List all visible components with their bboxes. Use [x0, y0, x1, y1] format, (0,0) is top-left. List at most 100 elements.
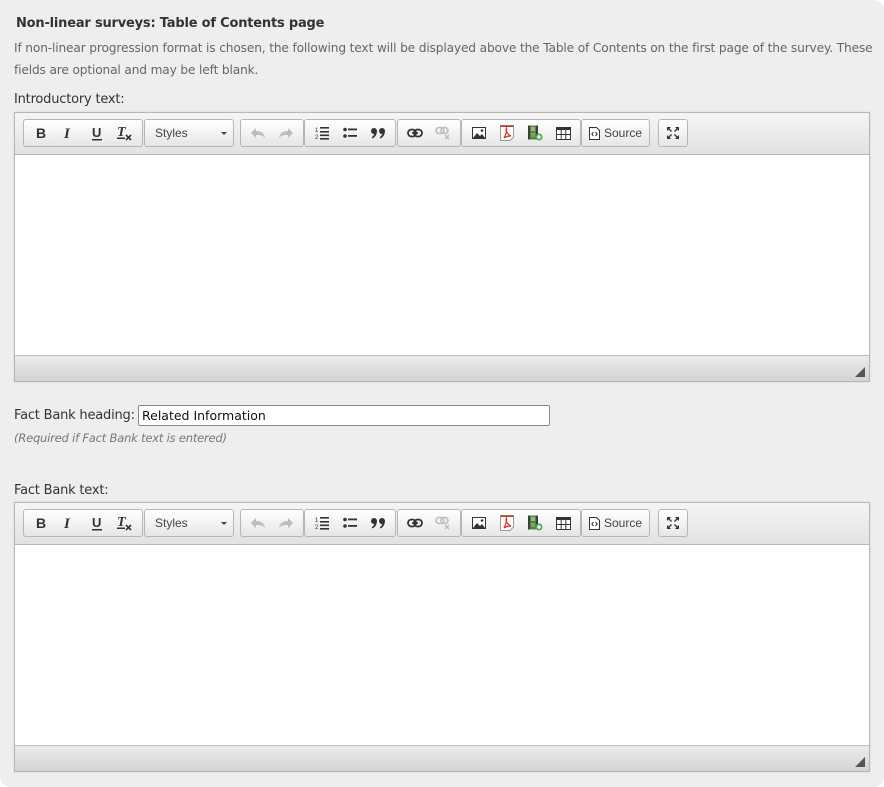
insert-group — [461, 119, 581, 147]
bold-button[interactable]: B — [27, 121, 55, 145]
remove-format-button[interactable]: T — [111, 121, 139, 145]
list-group: 12 — [304, 119, 396, 147]
insert-group — [461, 509, 581, 537]
underline-button[interactable]: U — [83, 121, 111, 145]
unlink-button[interactable] — [429, 511, 457, 535]
svg-text:I: I — [63, 516, 71, 530]
underline-icon: U — [92, 126, 102, 140]
table-icon — [555, 126, 571, 140]
svg-text:2: 2 — [315, 525, 319, 530]
bold-button[interactable]: B — [27, 511, 55, 535]
svg-text:1: 1 — [315, 128, 319, 134]
image-icon — [472, 517, 486, 529]
resize-handle-icon[interactable] — [855, 757, 865, 767]
table-button[interactable] — [549, 121, 577, 145]
source-icon — [589, 126, 600, 140]
undo-group — [240, 509, 304, 537]
remove-format-button[interactable]: T — [111, 511, 139, 535]
remove-format-icon: T — [117, 515, 132, 531]
maximize-group — [658, 509, 688, 537]
source-button[interactable]: Source — [585, 121, 646, 145]
styles-dropdown[interactable]: Styles — [144, 119, 234, 147]
undo-button[interactable] — [244, 121, 272, 145]
italic-button[interactable]: I — [55, 121, 83, 145]
styles-dropdown[interactable]: Styles — [144, 509, 234, 537]
link-icon — [407, 518, 423, 528]
bulleted-list-icon — [343, 517, 357, 528]
resize-handle-icon[interactable] — [855, 367, 865, 377]
svg-text:1: 1 — [315, 518, 319, 524]
underline-button[interactable]: U — [83, 511, 111, 535]
fact-bank-heading-input[interactable] — [138, 405, 550, 426]
italic-icon: I — [63, 516, 71, 530]
styles-dropdown-label: Styles — [155, 126, 188, 140]
italic-icon: I — [63, 126, 71, 140]
blockquote-button[interactable] — [364, 121, 392, 145]
image-icon — [472, 127, 486, 139]
svg-text:U: U — [92, 516, 101, 530]
svg-text:2: 2 — [315, 135, 319, 140]
maximize-button[interactable] — [659, 121, 687, 145]
svg-text:I: I — [63, 126, 71, 140]
intro-text-area[interactable] — [15, 155, 869, 355]
image-button[interactable] — [465, 511, 493, 535]
undo-group — [240, 119, 304, 147]
editor-toolbar: B I U T Styles 12 Source — [15, 113, 869, 155]
toc-settings-panel: Non-linear surveys: Table of Contents pa… — [0, 0, 884, 787]
fact-bank-text-area[interactable] — [15, 545, 869, 745]
video-icon — [528, 515, 543, 531]
bold-icon: B — [36, 126, 46, 140]
pdf-button[interactable] — [493, 121, 521, 145]
link-button[interactable] — [401, 511, 429, 535]
redo-button[interactable] — [272, 121, 300, 145]
video-button[interactable] — [521, 511, 549, 535]
undo-button[interactable] — [244, 511, 272, 535]
bold-icon: B — [36, 516, 46, 530]
section-title: Non-linear surveys: Table of Contents pa… — [16, 16, 325, 31]
chevron-down-icon — [221, 522, 227, 525]
redo-icon — [279, 128, 293, 138]
maximize-group — [658, 119, 688, 147]
link-button[interactable] — [401, 121, 429, 145]
italic-button[interactable]: I — [55, 511, 83, 535]
source-button[interactable]: Source — [585, 511, 646, 535]
fact-bank-heading-label: Fact Bank heading: — [14, 408, 135, 423]
underline-icon: U — [92, 516, 102, 530]
editor-status-bar — [15, 355, 869, 381]
intro-text-label: Introductory text: — [14, 92, 125, 107]
undo-icon — [251, 128, 265, 138]
blockquote-button[interactable] — [364, 511, 392, 535]
image-button[interactable] — [465, 121, 493, 145]
redo-button[interactable] — [272, 511, 300, 535]
numbered-list-button[interactable]: 12 — [308, 511, 336, 535]
video-button[interactable] — [521, 121, 549, 145]
table-button[interactable] — [549, 511, 577, 535]
maximize-button[interactable] — [659, 511, 687, 535]
unlink-icon — [435, 126, 450, 140]
bulleted-list-button[interactable] — [336, 121, 364, 145]
undo-icon — [251, 518, 265, 528]
editor-status-bar — [15, 745, 869, 771]
video-icon — [528, 125, 543, 141]
table-icon — [555, 516, 571, 530]
numbered-list-icon: 12 — [315, 127, 329, 140]
basic-styles-group: B I U T — [23, 509, 143, 537]
numbered-list-button[interactable]: 12 — [308, 121, 336, 145]
pdf-icon — [500, 125, 514, 141]
bulleted-list-button[interactable] — [336, 511, 364, 535]
chevron-down-icon — [221, 132, 227, 135]
list-group: 12 — [304, 509, 396, 537]
pdf-icon — [500, 515, 514, 531]
bulleted-list-icon — [343, 127, 357, 138]
pdf-button[interactable] — [493, 511, 521, 535]
maximize-icon — [667, 127, 679, 139]
unlink-button[interactable] — [429, 121, 457, 145]
svg-text:B: B — [36, 126, 46, 140]
redo-icon — [279, 518, 293, 528]
source-icon — [589, 516, 600, 530]
link-group — [397, 119, 461, 147]
fact-bank-text-editor: B I U T Styles 12 Source — [14, 502, 870, 772]
source-group: Source — [581, 119, 651, 147]
intro-text-editor: B I U T Styles 12 Source — [14, 112, 870, 382]
source-group: Source — [581, 509, 651, 537]
